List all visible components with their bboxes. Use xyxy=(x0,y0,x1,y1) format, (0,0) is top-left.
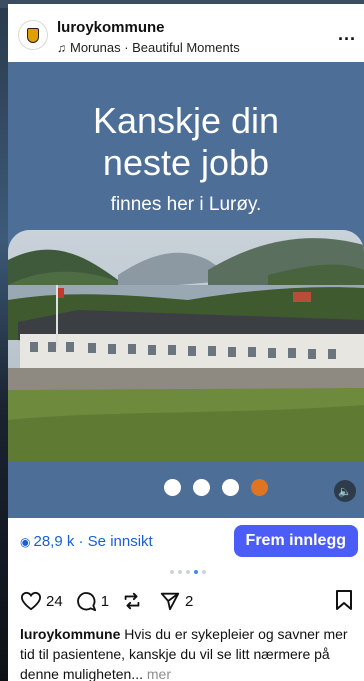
comment-action[interactable]: 1 xyxy=(75,590,109,612)
comment-icon xyxy=(76,592,96,612)
headline-line-2: neste jobb xyxy=(102,142,270,183)
carousel-dots[interactable] xyxy=(164,479,268,496)
more-options-button[interactable]: ... xyxy=(338,24,356,45)
share-count: 2 xyxy=(185,592,194,610)
send-icon xyxy=(160,592,180,611)
post-caption: luroykommune Hvis du er sykepleier og sa… xyxy=(20,624,352,681)
save-button[interactable] xyxy=(334,589,354,616)
carousel-dot[interactable] xyxy=(222,479,239,496)
repost-action[interactable] xyxy=(121,590,147,612)
slide-indicator xyxy=(170,570,206,574)
boost-post-button[interactable]: Frem innlegg xyxy=(233,525,358,557)
media-headline: Kanskje din neste jobb xyxy=(8,100,364,184)
view-insights-link[interactable]: ◉ 28,9 k · Se innsikt xyxy=(20,533,153,550)
media-subline: finnes her i Lurøy. xyxy=(110,194,262,215)
carousel-dot-active[interactable] xyxy=(251,479,268,496)
eye-icon: ◉ xyxy=(20,535,31,549)
avatar[interactable] xyxy=(18,20,48,50)
carousel-dot[interactable] xyxy=(164,479,181,496)
music-track[interactable]: ♫ Morunas · Beautiful Moments xyxy=(57,40,240,55)
views-label: 28,9 k · Se innsikt xyxy=(33,533,153,550)
heart-icon xyxy=(20,591,42,611)
bookmark-icon xyxy=(336,590,352,610)
action-row: 24 1 2 xyxy=(20,588,354,614)
music-note-icon: ♫ xyxy=(57,41,66,55)
share-action[interactable]: 2 xyxy=(159,590,193,612)
caption-username[interactable]: luroykommune xyxy=(20,626,120,642)
media-photo xyxy=(8,230,364,462)
like-count: 24 xyxy=(46,592,63,610)
post-media[interactable]: Kanskje din neste jobb finnes her i Lurø… xyxy=(8,62,364,518)
municipality-crest-icon xyxy=(27,27,39,43)
music-label: Morunas · Beautiful Moments xyxy=(70,40,240,55)
headline-line-1: Kanskje din xyxy=(92,100,280,141)
comment-count: 1 xyxy=(100,592,110,610)
speaker-icon: 🔈 xyxy=(338,485,352,498)
repost-icon xyxy=(124,592,140,610)
insights-bar: ◉ 28,9 k · Se innsikt Frem innlegg xyxy=(8,518,364,562)
like-action[interactable]: 24 xyxy=(20,591,63,611)
post-card: luroykommune ♫ Morunas · Beautiful Moment… xyxy=(8,4,364,681)
carousel-dot[interactable] xyxy=(193,479,210,496)
post-header: luroykommune ♫ Morunas · Beautiful Moment… xyxy=(8,4,364,62)
caption-more-link[interactable]: mer xyxy=(143,666,171,681)
mute-button[interactable]: 🔈 xyxy=(334,480,356,502)
post-username[interactable]: luroykommune xyxy=(57,19,165,36)
